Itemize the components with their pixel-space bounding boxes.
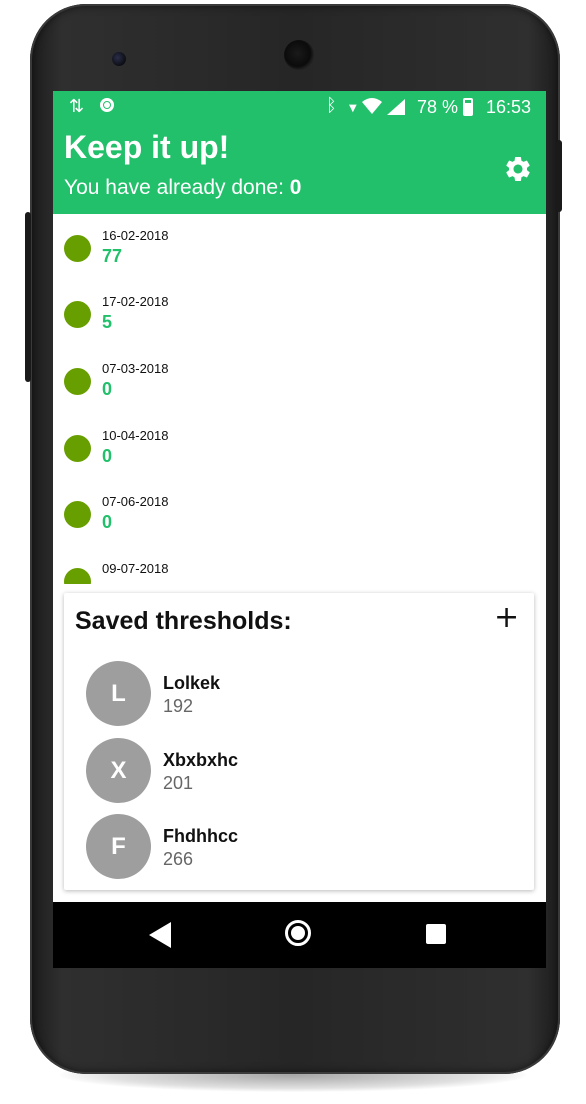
list-item[interactable]: 07-03-2018 0 bbox=[53, 347, 546, 413]
entry-value: 5 bbox=[102, 312, 113, 332]
avatar: F bbox=[86, 814, 151, 879]
list-item[interactable]: 09-07-2018 bbox=[53, 547, 546, 584]
threshold-name: Fhdhhcc bbox=[163, 826, 238, 846]
clock: 16:53 bbox=[486, 97, 532, 117]
status-dot bbox=[64, 301, 91, 328]
entry-value: 0 bbox=[102, 446, 113, 466]
card-title: Saved thresholds: bbox=[75, 607, 292, 635]
volume-button bbox=[25, 212, 31, 382]
done-count: 0 bbox=[289, 176, 302, 199]
history-list[interactable]: 16-02-2018 77 17-02-2018 5 07-03-2018 0 … bbox=[53, 214, 546, 584]
entry-date: 09-07-2018 bbox=[102, 561, 169, 576]
battery-charging-icon bbox=[463, 98, 473, 116]
threshold-value: 266 bbox=[163, 849, 194, 869]
screen: ⇅ ᛒ ▼ 78 % 16:53 Keep it up! You have al… bbox=[53, 91, 546, 968]
battery-percent: 78 % bbox=[417, 97, 459, 117]
list-item[interactable]: 07-06-2018 0 bbox=[53, 480, 546, 546]
list-item[interactable]: 16-02-2018 77 bbox=[53, 214, 546, 280]
add-threshold-button[interactable]: + bbox=[494, 603, 519, 633]
entry-date: 16-02-2018 bbox=[102, 228, 169, 243]
front-camera bbox=[284, 40, 314, 70]
status-dot bbox=[64, 368, 91, 395]
entry-value: 0 bbox=[102, 512, 113, 532]
status-dot bbox=[64, 568, 91, 584]
data-transfer-icon: ⇅ bbox=[69, 96, 85, 117]
threshold-value: 201 bbox=[163, 773, 194, 793]
threshold-name: Lolkek bbox=[163, 673, 221, 693]
power-button bbox=[556, 140, 562, 212]
entry-date: 07-06-2018 bbox=[102, 494, 169, 509]
done-summary-label: You have already done: bbox=[64, 176, 290, 199]
wifi-icon bbox=[362, 98, 382, 114]
app-header: ⇅ ᛒ ▼ 78 % 16:53 Keep it up! You have al… bbox=[53, 91, 546, 214]
avatar: X bbox=[86, 738, 151, 803]
done-summary: You have already done: 0 bbox=[64, 176, 301, 200]
home-icon[interactable] bbox=[285, 920, 311, 946]
gear-icon[interactable] bbox=[503, 154, 533, 184]
entry-date: 07-03-2018 bbox=[102, 361, 169, 376]
back-icon[interactable] bbox=[149, 922, 171, 948]
data-indicator-icon: ▼ bbox=[349, 103, 357, 114]
page-title: Keep it up! bbox=[64, 129, 230, 165]
threshold-item[interactable]: F Fhdhhcc 266 bbox=[86, 814, 506, 880]
status-bar: ⇅ ᛒ ▼ 78 % 16:53 bbox=[53, 91, 546, 127]
threshold-item[interactable]: L Lolkek 192 bbox=[86, 661, 506, 727]
saved-thresholds-card: Saved thresholds: + L Lolkek 192 X Xbxbx… bbox=[64, 593, 534, 890]
status-dot bbox=[64, 501, 91, 528]
avatar: L bbox=[86, 661, 151, 726]
signal-icon bbox=[387, 99, 405, 115]
list-item[interactable]: 17-02-2018 5 bbox=[53, 280, 546, 346]
entry-date: 10-04-2018 bbox=[102, 428, 169, 443]
entry-value: 0 bbox=[102, 379, 113, 399]
status-dot bbox=[64, 435, 91, 462]
threshold-name: Xbxbxhc bbox=[163, 750, 239, 770]
entry-value: 77 bbox=[102, 246, 123, 266]
list-item[interactable]: 10-04-2018 0 bbox=[53, 414, 546, 480]
bluetooth-icon: ᛒ bbox=[326, 95, 337, 116]
sensor-dot bbox=[112, 52, 126, 66]
status-dot bbox=[64, 235, 91, 262]
threshold-value: 192 bbox=[163, 696, 194, 716]
threshold-item[interactable]: X Xbxbxhc 201 bbox=[86, 738, 506, 804]
navigation-bar bbox=[53, 902, 546, 968]
entry-date: 17-02-2018 bbox=[102, 294, 169, 309]
recent-apps-icon[interactable] bbox=[426, 924, 446, 944]
sync-circle-icon bbox=[100, 98, 114, 112]
